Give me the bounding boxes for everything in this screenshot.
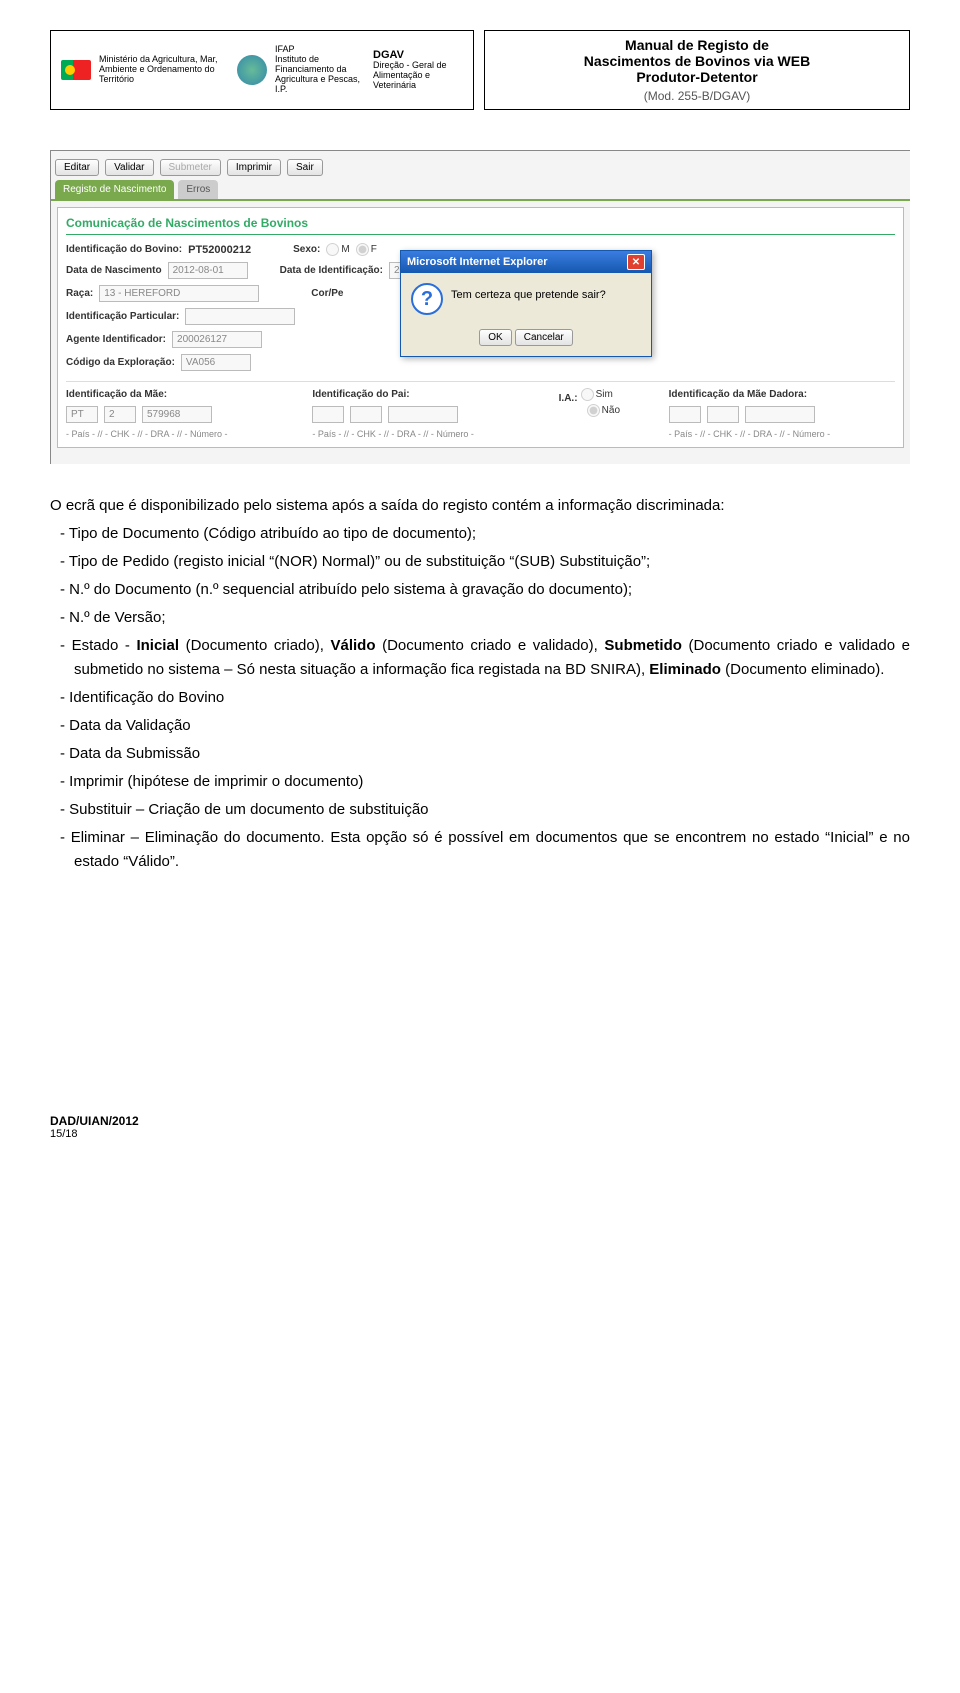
editar-button[interactable]: Editar	[55, 159, 99, 176]
dialog-message: Tem certeza que pretende sair?	[451, 283, 606, 315]
ia-nao-radio[interactable]: Não	[587, 404, 620, 417]
dgav-block: DGAV Direção - Geral de Alimentação e Ve…	[373, 49, 463, 91]
footer-org: DAD/UIAN/2012	[50, 1114, 910, 1128]
data-nasc-input[interactable]	[168, 262, 248, 279]
confirm-dialog: Microsoft Internet Explorer ✕ ? Tem cert…	[400, 250, 652, 357]
doc-title-line3: Produtor-Detentor	[495, 69, 899, 85]
corpe-label: Cor/Pe	[311, 288, 343, 299]
codigo-input[interactable]	[181, 354, 251, 371]
imprimir-button[interactable]: Imprimir	[227, 159, 281, 176]
app-toolbar: Editar Validar Submeter Imprimir Sair	[51, 151, 910, 180]
agente-label: Agente Identificador:	[66, 334, 166, 345]
maed-chk-input[interactable]	[707, 406, 739, 423]
ministry-label: Ministério da Agricultura, Mar, Ambiente…	[99, 55, 229, 85]
dialog-ok-button[interactable]: OK	[479, 329, 511, 346]
list-item: - Substituir – Criação de um documento d…	[50, 798, 910, 822]
validar-button[interactable]: Validar	[105, 159, 153, 176]
dgav-label: Direção - Geral de Alimentação e Veterin…	[373, 60, 447, 90]
data-nasc-label: Data de Nascimento	[66, 265, 162, 276]
dialog-cancel-button[interactable]: Cancelar	[515, 329, 573, 346]
ia-sim-radio[interactable]: Sim	[581, 388, 613, 401]
maed-num-input[interactable]	[745, 406, 815, 423]
panel-title: Comunicação de Nascimentos de Bovinos	[66, 216, 895, 235]
sexo-m-radio[interactable]: M	[326, 243, 349, 256]
raca-input[interactable]	[99, 285, 259, 302]
ident-part-input[interactable]	[185, 308, 295, 325]
list-item: - Identificação do Bovino	[50, 686, 910, 710]
list-item: - Eliminar – Eliminação do documento. Es…	[50, 826, 910, 874]
header-left-box: Ministério da Agricultura, Mar, Ambiente…	[50, 30, 474, 110]
ident-mae-dadora-label: Identificação da Mãe Dadora:	[669, 389, 807, 400]
agente-input[interactable]	[172, 331, 262, 348]
list-item: - Tipo de Documento (Código atribuído ao…	[50, 522, 910, 546]
list-item: - Tipo de Pedido (registo inicial “(NOR)…	[50, 550, 910, 574]
doc-title-line2: Nascimentos de Bovinos via WEB	[495, 53, 899, 69]
page-footer: DAD/UIAN/2012 15/18	[50, 1114, 910, 1140]
sair-button[interactable]: Sair	[287, 159, 323, 176]
list-item: - N.º do Documento (n.º sequencial atrib…	[50, 578, 910, 602]
sexo-label: Sexo:	[293, 244, 320, 255]
close-icon[interactable]: ✕	[627, 254, 645, 270]
globe-icon	[237, 55, 267, 85]
ident-mae-label: Identificação da Mãe:	[66, 389, 167, 400]
page-header: Ministério da Agricultura, Mar, Ambiente…	[50, 30, 910, 110]
body-text: O ecrã que é disponibilizado pelo sistem…	[50, 494, 910, 874]
mae-hint: - País - // - CHK - // - DRA - // - Núme…	[66, 429, 292, 439]
pai-num-input[interactable]	[388, 406, 458, 423]
list-item: - Data da Validação	[50, 714, 910, 738]
ia-label: I.A.:	[559, 393, 578, 404]
list-item: - N.º de Versão;	[50, 606, 910, 630]
doc-title-line1: Manual de Registo de	[495, 37, 899, 53]
doc-mod: (Mod. 255-B/DGAV)	[495, 89, 899, 103]
maed-hint: - País - // - CHK - // - DRA - // - Núme…	[669, 429, 895, 439]
header-right-box: Manual de Registo de Nascimentos de Bovi…	[484, 30, 910, 110]
dialog-titlebar: Microsoft Internet Explorer ✕	[401, 251, 651, 273]
pai-hint: - País - // - CHK - // - DRA - // - Núme…	[312, 429, 538, 439]
codigo-label: Código da Exploração:	[66, 357, 175, 368]
sexo-f-radio[interactable]: F	[356, 243, 377, 256]
app-screenshot: Editar Validar Submeter Imprimir Sair Re…	[50, 150, 910, 464]
ifap-label: IFAP Instituto de Financiamento da Agric…	[275, 45, 365, 94]
dialog-title-text: Microsoft Internet Explorer	[407, 256, 548, 268]
flag-icon	[61, 60, 91, 80]
list-item: - Imprimir (hipótese de imprimir o docum…	[50, 770, 910, 794]
maed-pais-input[interactable]	[669, 406, 701, 423]
mae-chk-input[interactable]	[104, 406, 136, 423]
intro-paragraph: O ecrã que é disponibilizado pelo sistem…	[50, 494, 910, 518]
ident-part-label: Identificação Particular:	[66, 311, 179, 322]
ident-pai-label: Identificação do Pai:	[312, 389, 409, 400]
parent-columns: Identificação da Mãe: - País - // - CHK …	[66, 381, 895, 439]
list-item-estado: - Estado - Inicial (Documento criado), V…	[50, 634, 910, 682]
ident-bovino-label: Identificação do Bovino:	[66, 244, 182, 255]
app-tabs: Registo de Nascimento Erros	[51, 180, 910, 201]
submeter-button[interactable]: Submeter	[160, 159, 221, 176]
pai-pais-input[interactable]	[312, 406, 344, 423]
mae-num-input[interactable]	[142, 406, 212, 423]
data-ident-label: Data de Identificação:	[280, 265, 383, 276]
mae-pais-input[interactable]	[66, 406, 98, 423]
pai-chk-input[interactable]	[350, 406, 382, 423]
tab-erros[interactable]: Erros	[178, 180, 218, 199]
tab-registo[interactable]: Registo de Nascimento	[55, 180, 174, 199]
list-item: - Data da Submissão	[50, 742, 910, 766]
question-icon: ?	[411, 283, 443, 315]
footer-page: 15/18	[50, 1128, 910, 1140]
ident-bovino-value: PT52000212	[188, 244, 251, 256]
raca-label: Raça:	[66, 288, 93, 299]
